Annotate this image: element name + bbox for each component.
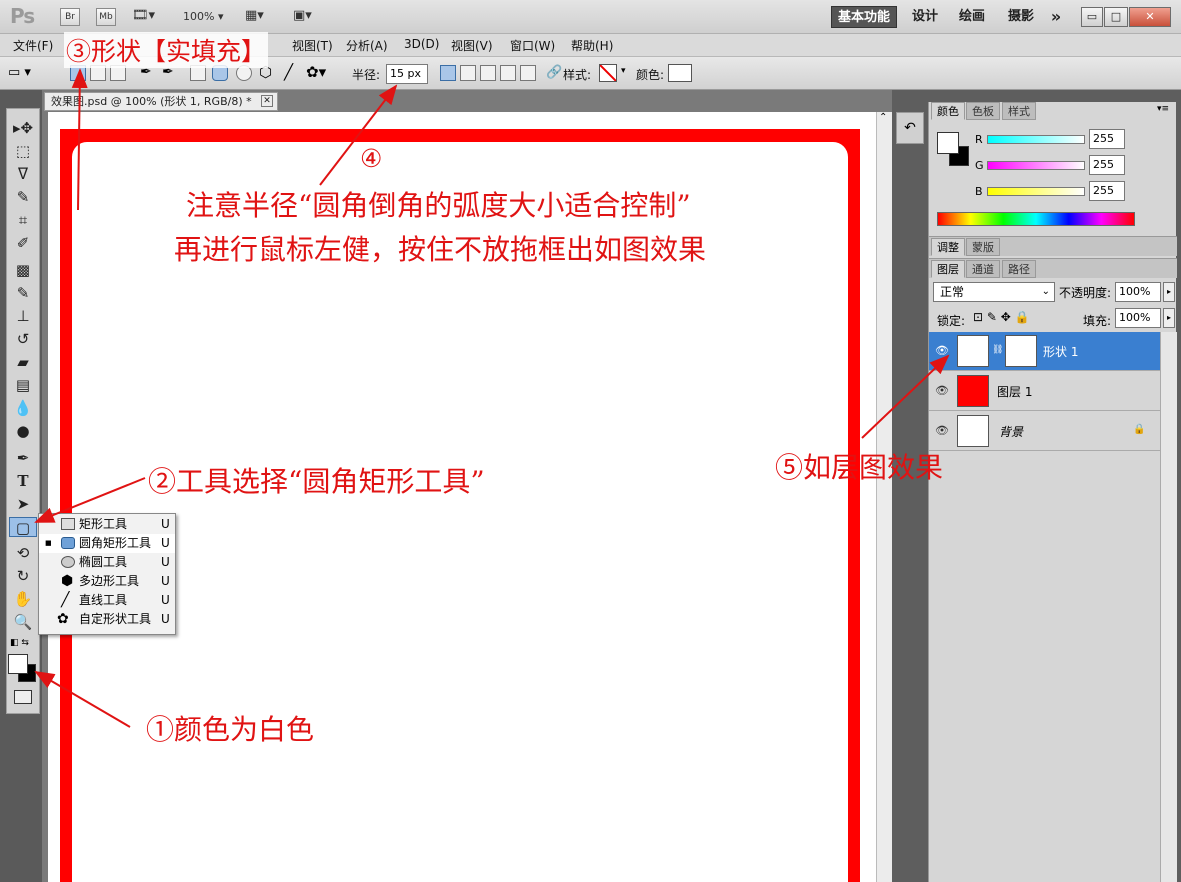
- annotation-step4-line2: 再进行鼠标左健，按住不放拖框出如图效果: [174, 233, 707, 266]
- arrow-step5: [861, 354, 950, 439]
- arrow-step3: [71, 68, 88, 211]
- arrow-step2: [34, 477, 146, 523]
- annotation-step1: ①颜色为白色: [146, 713, 315, 746]
- annotation-step4-line1: 注意半径“圆角倒角的弧度大小适合控制”: [186, 189, 691, 222]
- arrow-step1: [34, 670, 131, 728]
- arrow-step4: [319, 84, 398, 186]
- annotation-step5: ⑤如层图效果: [775, 451, 944, 484]
- annotation-step4-number: ④: [360, 144, 383, 173]
- annotation-arrows: [34, 68, 950, 728]
- annotation-step3: ③形状【实填充】: [64, 32, 269, 68]
- annotation-step2: ②工具选择“圆角矩形工具”: [148, 465, 485, 498]
